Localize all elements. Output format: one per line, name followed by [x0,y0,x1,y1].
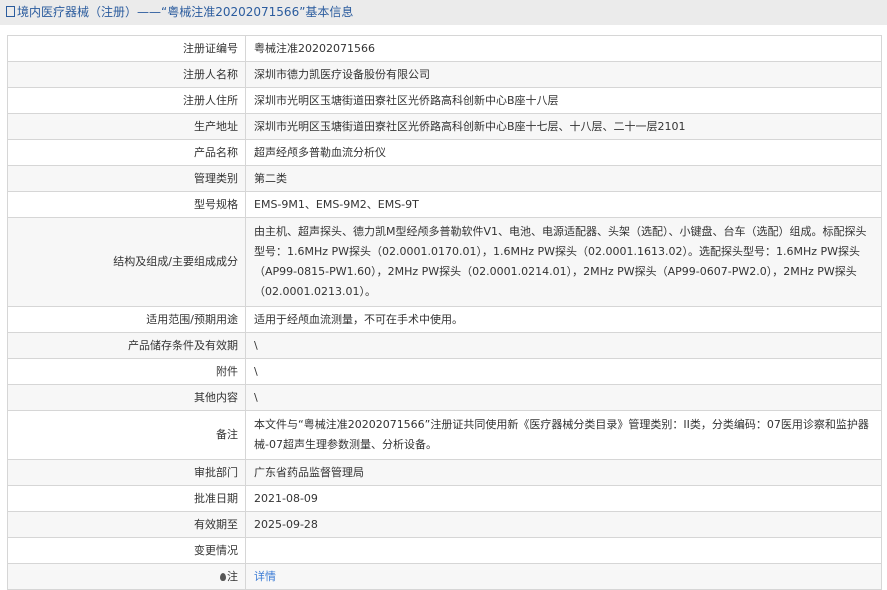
field-value: EMS-9M1、EMS-9M2、EMS-9T [245,191,882,218]
table-row: 产品储存条件及有效期 \ [7,332,882,359]
field-value: 超声经颅多普勒血流分析仪 [245,139,882,166]
field-label: 型号规格 [7,191,246,218]
table-row: 管理类别 第二类 [7,165,882,192]
table-row: 注册人住所 深圳市光明区玉塘街道田寮社区光侨路高科创新中心B座十八层 [7,87,882,114]
field-value: \ [245,332,882,359]
table-row: 审批部门 广东省药品监督管理局 [7,459,882,486]
field-value: 2025-09-28 [245,511,882,538]
field-label: 审批部门 [7,459,246,486]
table-row: 变更情况 [7,537,882,564]
field-value: 2021-08-09 [245,485,882,512]
table-row: 有效期至 2025-09-28 [7,511,882,538]
field-label: 注册人住所 [7,87,246,114]
field-value: \ [245,358,882,385]
field-label: 其他内容 [7,384,246,411]
table-row: 适用范围/预期用途 适用于经颅血流测量，不可在手术中使用。 [7,306,882,333]
table-row: 批准日期 2021-08-09 [7,485,882,512]
field-label: 管理类别 [7,165,246,192]
table-row: 备注 本文件与“粤械注准20202071566”注册证共同使用新《医疗器械分类目录… [7,410,882,460]
field-value: 本文件与“粤械注准20202071566”注册证共同使用新《医疗器械分类目录》管… [245,410,882,460]
field-value [245,537,882,564]
field-label: 生产地址 [7,113,246,140]
field-label: 变更情况 [7,537,246,564]
field-value: 广东省药品监督管理局 [245,459,882,486]
page-title: 境内医疗器械（注册）——“粤械注准20202071566”基本信息 [17,5,354,19]
note-label: 注 [227,569,238,583]
document-icon [6,6,15,17]
field-label: 批准日期 [7,485,246,512]
field-value: \ [245,384,882,411]
field-value: 深圳市光明区玉塘街道田寮社区光侨路高科创新中心B座十八层 [245,87,882,114]
page-header: 境内医疗器械（注册）——“粤械注准20202071566”基本信息 [0,0,887,25]
pin-icon [220,572,226,581]
field-label: 注册证编号 [7,35,246,62]
field-label: 结构及组成/主要组成成分 [7,217,246,307]
field-value: 第二类 [245,165,882,192]
field-label: 附件 [7,358,246,385]
field-value: 深圳市德力凯医疗设备股份有限公司 [245,61,882,88]
field-value: 适用于经颅血流测量，不可在手术中使用。 [245,306,882,333]
table-row: 产品名称 超声经颅多普勒血流分析仪 [7,139,882,166]
field-value: 粤械注准20202071566 [245,35,882,62]
field-label: 有效期至 [7,511,246,538]
table-row: 其他内容 \ [7,384,882,411]
field-label: 适用范围/预期用途 [7,306,246,333]
field-label: 备注 [7,410,246,460]
field-value: 由主机、超声探头、德力凯M型经颅多普勒软件V1、电池、电源适配器、头架（选配）、… [245,217,882,307]
field-label: 产品储存条件及有效期 [7,332,246,359]
note-row: 注 详情 [7,563,882,590]
table-row: 结构及组成/主要组成成分 由主机、超声探头、德力凯M型经颅多普勒软件V1、电池、电… [7,217,882,307]
table-row: 生产地址 深圳市光明区玉塘街道田寮社区光侨路高科创新中心B座十七层、十八层、二十一… [7,113,882,140]
field-value: 深圳市光明区玉塘街道田寮社区光侨路高科创新中心B座十七层、十八层、二十一层210… [245,113,882,140]
table-row: 型号规格 EMS-9M1、EMS-9M2、EMS-9T [7,191,882,218]
table-row: 附件 \ [7,358,882,385]
field-label: 产品名称 [7,139,246,166]
table-row: 注册证编号 粤械注准20202071566 [7,35,882,62]
field-label: 注册人名称 [7,61,246,88]
table-row: 注册人名称 深圳市德力凯医疗设备股份有限公司 [7,61,882,88]
info-table: 注册证编号 粤械注准20202071566 注册人名称 深圳市德力凯医疗设备股份有限公… [7,35,882,590]
details-link[interactable]: 详情 [254,570,276,583]
